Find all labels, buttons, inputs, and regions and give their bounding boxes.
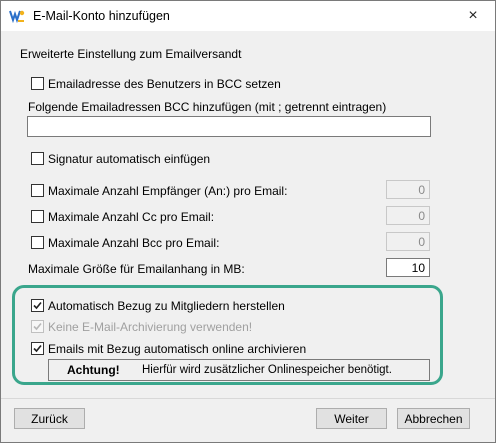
section-label: Erweiterte Einstellung zum Emailversandt <box>20 47 242 61</box>
max-to-checkbox[interactable] <box>31 184 44 197</box>
bcc-self-checkbox[interactable] <box>31 77 44 90</box>
close-icon[interactable]: × <box>451 1 495 31</box>
no-archive-checkbox <box>31 320 44 333</box>
max-cc-field[interactable]: 0 <box>386 206 430 225</box>
checkmark-icon <box>33 322 42 331</box>
back-button[interactable]: Zurück <box>14 408 85 429</box>
title-bar: E-Mail-Konto hinzufügen × <box>1 1 495 31</box>
checkmark-icon <box>33 344 42 353</box>
bcc-self-label: Emailadresse des Benutzers in BCC setzen <box>48 77 281 91</box>
no-archive-label: Keine E-Mail-Archivierung verwenden! <box>48 320 253 334</box>
bcc-list-label: Folgende Emailadressen BCC hinzufügen (m… <box>28 100 387 114</box>
max-cc-label: Maximale Anzahl Cc pro Email: <box>48 210 215 224</box>
max-cc-checkbox[interactable] <box>31 210 44 223</box>
max-size-field[interactable]: 10 <box>386 258 430 277</box>
auto-relation-checkbox[interactable] <box>31 299 44 312</box>
dialog-window: E-Mail-Konto hinzufügen × Erweiterte Ein… <box>0 0 496 443</box>
auto-relation-label: Automatisch Bezug zu Mitgliedern herstel… <box>48 299 285 313</box>
bcc-list-input[interactable] <box>27 116 431 137</box>
signature-checkbox[interactable] <box>31 152 44 165</box>
warning-note: Achtung! Hierfür wird zusätzlicher Onlin… <box>48 359 430 381</box>
warning-title: Achtung! <box>67 363 120 377</box>
max-bcc-field[interactable]: 0 <box>386 232 430 251</box>
footer-divider <box>1 398 495 399</box>
next-button[interactable]: Weiter <box>316 408 387 429</box>
checkmark-icon <box>33 301 42 310</box>
max-size-label: Maximale Größe für Emailanhang in MB: <box>28 262 245 276</box>
max-to-field[interactable]: 0 <box>386 180 430 199</box>
signature-label: Signatur automatisch einfügen <box>48 152 211 166</box>
app-logo-icon <box>9 9 25 24</box>
max-bcc-label: Maximale Anzahl Bcc pro Email: <box>48 236 220 250</box>
max-to-label: Maximale Anzahl Empfänger (An:) pro Emai… <box>48 184 288 198</box>
max-bcc-checkbox[interactable] <box>31 236 44 249</box>
auto-archive-label: Emails mit Bezug automatisch online arch… <box>48 342 307 356</box>
window-title: E-Mail-Konto hinzufügen <box>33 9 170 23</box>
cancel-button[interactable]: Abbrechen <box>397 408 470 429</box>
warning-text: Hierfür wird zusätzlicher Onlinespeicher… <box>142 364 392 376</box>
auto-archive-checkbox[interactable] <box>31 342 44 355</box>
